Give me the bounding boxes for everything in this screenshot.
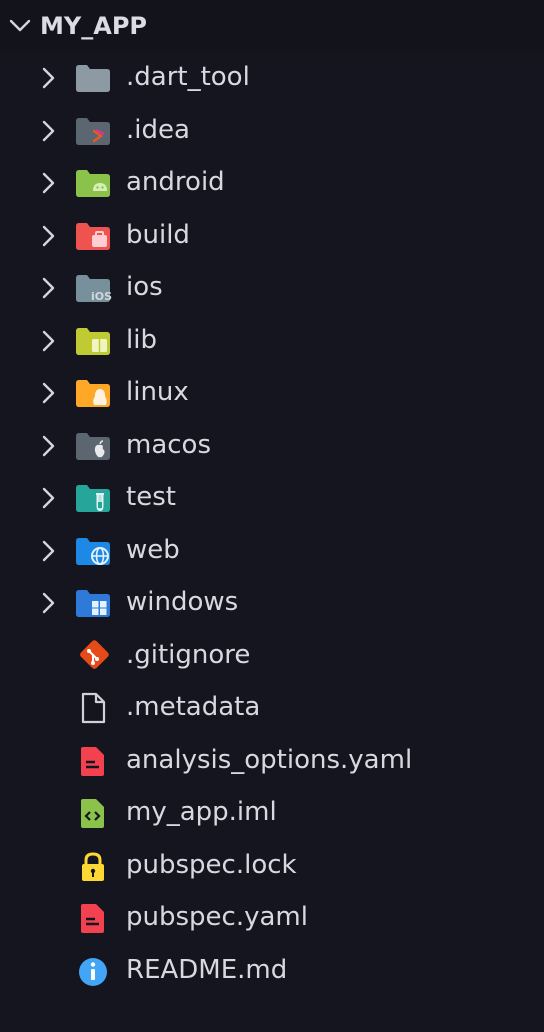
- folder-label: test: [126, 482, 176, 512]
- chevron-right-icon[interactable]: [36, 66, 60, 90]
- folder-web-icon: [74, 535, 112, 567]
- chevron-right-icon[interactable]: [36, 171, 60, 195]
- file-explorer: MY_APP .dart_tool .idea android build iOS ios…: [0, 0, 544, 1032]
- yaml-icon: [74, 902, 112, 934]
- file-label: analysis_options.yaml: [126, 744, 413, 775]
- folder-icon: [74, 62, 112, 94]
- folder-ios-icon: iOS: [74, 272, 112, 304]
- folder-item-windows[interactable]: windows: [0, 577, 544, 629]
- chevron-right-icon[interactable]: [36, 591, 60, 615]
- folder-item-macos[interactable]: macos: [0, 420, 544, 472]
- folder-item-ios[interactable]: iOS ios: [0, 262, 544, 314]
- explorer-header[interactable]: MY_APP: [0, 0, 544, 52]
- git-icon: [74, 639, 112, 672]
- folder-item-web[interactable]: web: [0, 525, 544, 577]
- folder-item-idea[interactable]: .idea: [0, 105, 544, 157]
- folder-label: .dart_tool: [126, 62, 250, 92]
- folder-label: linux: [126, 377, 189, 407]
- chevron-right-icon[interactable]: [36, 381, 60, 405]
- file-item-gitignore[interactable]: .gitignore: [0, 630, 544, 682]
- file-label: README.md: [126, 954, 288, 985]
- folder-label: ios: [126, 272, 163, 302]
- folder-label: web: [126, 534, 180, 565]
- file-item-pubspec-yaml[interactable]: pubspec.yaml: [0, 892, 544, 944]
- folder-linux-icon: [74, 377, 112, 409]
- folder-label: macos: [126, 429, 212, 460]
- chevron-right-icon[interactable]: [36, 119, 60, 143]
- chevron-right-icon[interactable]: [36, 276, 60, 300]
- file-item-pubspec-lock[interactable]: pubspec.lock: [0, 840, 544, 892]
- folder-label: windows: [126, 587, 239, 617]
- chevron-right-icon[interactable]: [36, 224, 60, 248]
- folder-test-icon: [74, 482, 112, 514]
- chevron-right-icon[interactable]: [36, 486, 60, 510]
- folder-label: lib: [126, 324, 157, 355]
- workspace-title: MY_APP: [40, 12, 148, 40]
- folder-build-icon: [74, 220, 112, 252]
- file-label: .gitignore: [126, 639, 251, 670]
- info-icon: [74, 955, 112, 987]
- file-label: .metadata: [126, 692, 261, 722]
- folder-label: build: [126, 219, 190, 250]
- folder-windows-icon: [74, 587, 112, 619]
- folder-label: android: [126, 167, 225, 197]
- file-label: pubspec.lock: [126, 849, 297, 880]
- xml-icon: [74, 797, 112, 829]
- file-item-my-app-iml[interactable]: my_app.iml: [0, 787, 544, 839]
- folder-item-build[interactable]: build: [0, 210, 544, 262]
- folder-item-lib[interactable]: lib: [0, 315, 544, 367]
- lock-icon: [74, 850, 112, 882]
- folder-item-dart-tool[interactable]: .dart_tool: [0, 52, 544, 104]
- file-item-analysis-options-yaml[interactable]: analysis_options.yaml: [0, 735, 544, 787]
- file-label: my_app.iml: [126, 797, 277, 827]
- file-icon: [74, 692, 112, 724]
- folder-idea-icon: [74, 115, 112, 147]
- folder-item-android[interactable]: android: [0, 157, 544, 209]
- file-label: pubspec.yaml: [126, 902, 308, 932]
- svg-text:iOS: iOS: [91, 290, 112, 303]
- yaml-icon: [74, 745, 112, 777]
- chevron-right-icon[interactable]: [36, 329, 60, 353]
- folder-lib-icon: [74, 325, 112, 357]
- chevron-down-icon[interactable]: [0, 19, 40, 33]
- chevron-right-icon[interactable]: [36, 539, 60, 563]
- folder-item-linux[interactable]: linux: [0, 367, 544, 419]
- folder-item-test[interactable]: test: [0, 472, 544, 524]
- file-item-readme-md[interactable]: README.md: [0, 945, 544, 997]
- folder-label: .idea: [126, 114, 190, 145]
- folder-android-icon: [74, 167, 112, 199]
- chevron-right-icon[interactable]: [36, 434, 60, 458]
- folder-macos-icon: [74, 430, 112, 462]
- file-item-metadata[interactable]: .metadata: [0, 682, 544, 734]
